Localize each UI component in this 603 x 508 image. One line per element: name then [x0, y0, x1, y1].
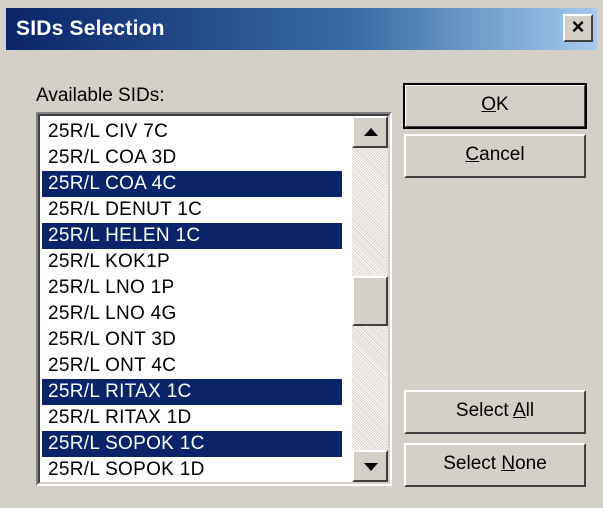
list-item[interactable]: 25R/L KOK1P: [42, 249, 342, 275]
list-item[interactable]: 25R/L LNO 1P: [42, 275, 342, 301]
sids-selection-dialog: SIDs Selection × Available SIDs: 25R/L C…: [0, 0, 603, 508]
list-item[interactable]: 25R/L RITAX 1C: [42, 379, 342, 405]
select-none-label-post: one: [515, 453, 547, 474]
select-all-label-pre: Select: [455, 400, 513, 421]
list-item[interactable]: 25R/L ONT 3D: [42, 327, 342, 353]
select-all-button[interactable]: Select All: [404, 390, 586, 434]
cancel-label-rest: ancel: [479, 144, 525, 165]
arrow-down-icon: [364, 463, 378, 471]
available-sids-listbox[interactable]: 25R/L CIV 7C 25R/L COA 3D 25R/L COA 4C 25R/…: [36, 112, 392, 486]
vertical-scrollbar[interactable]: [352, 116, 388, 482]
close-icon: ×: [571, 14, 585, 39]
list-items: 25R/L CIV 7C 25R/L COA 3D 25R/L COA 4C 25R/…: [42, 119, 342, 483]
list-item[interactable]: 25R/L COA 4C: [42, 171, 342, 197]
available-sids-label: Available SIDs:: [36, 85, 165, 106]
ok-button[interactable]: OK: [403, 83, 587, 129]
list-item[interactable]: 25R/L ONT 4C: [42, 353, 342, 379]
list-item[interactable]: 25R/L CIV 7C: [42, 119, 342, 145]
list-item[interactable]: 25R/L SOPOK 1C: [42, 431, 342, 457]
window-title: SIDs Selection: [16, 17, 165, 40]
list-item[interactable]: 25R/L SOPOK 1D: [42, 457, 342, 483]
title-bar[interactable]: SIDs Selection ×: [6, 8, 597, 50]
close-button[interactable]: ×: [563, 14, 593, 42]
scroll-down-button[interactable]: [352, 450, 388, 482]
list-item[interactable]: 25R/L DENUT 1C: [42, 197, 342, 223]
listbox-frame: 25R/L CIV 7C 25R/L COA 3D 25R/L COA 4C 25R/…: [38, 114, 390, 484]
cancel-mnemonic: C: [465, 144, 480, 165]
ok-mnemonic: O: [481, 94, 497, 115]
select-none-mnemonic: N: [501, 453, 516, 474]
list-item[interactable]: 25R/L HELEN 1C: [42, 223, 342, 249]
select-all-mnemonic: A: [512, 400, 526, 421]
list-item[interactable]: 25R/L RITAX 1D: [42, 405, 342, 431]
scroll-up-button[interactable]: [352, 116, 388, 148]
scrollbar-thumb[interactable]: [352, 276, 388, 326]
list-item[interactable]: 25R/L COA 3D: [42, 145, 342, 171]
select-none-button[interactable]: Select None: [404, 443, 586, 487]
select-all-label-post: ll: [525, 400, 535, 421]
arrow-up-icon: [364, 128, 378, 136]
cancel-button[interactable]: Cancel: [404, 134, 586, 178]
list-item[interactable]: 25R/L LNO 4G: [42, 301, 342, 327]
ok-label-rest: K: [496, 94, 509, 115]
select-none-label-pre: Select: [443, 453, 502, 474]
